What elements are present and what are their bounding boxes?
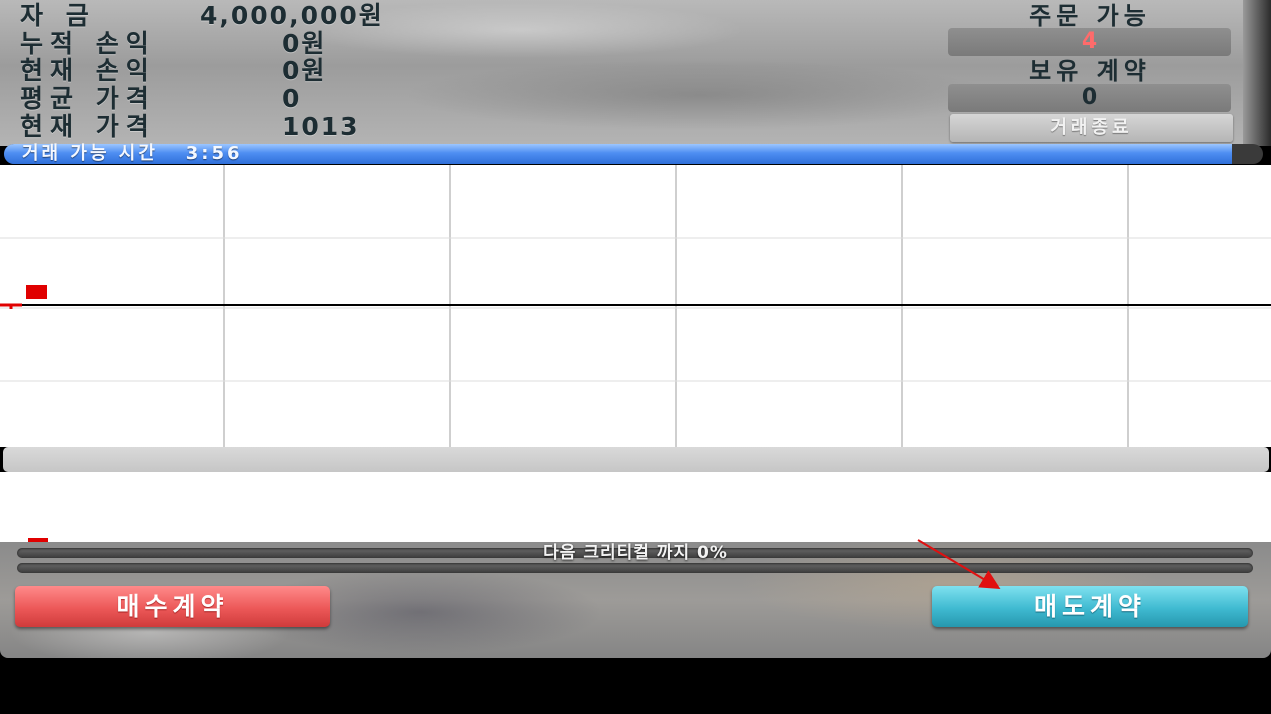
arrow-line <box>917 539 1001 590</box>
annotation-arrow <box>917 539 1001 590</box>
